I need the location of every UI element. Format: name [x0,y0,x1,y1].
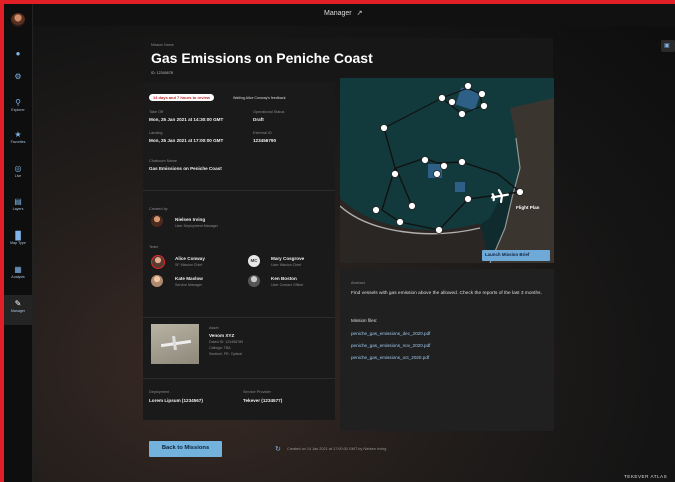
avatar [151,215,163,227]
expand-icon[interactable]: ↗ [357,9,363,17]
operational-status-label: Operational Status [253,110,285,114]
asset-detail: Sentinel, PE: Optical [209,352,242,356]
created-by-label: Created by [149,207,168,211]
sidebar-item-label: Analysis [11,275,25,279]
mission-title: Gas Emissions on Peniche Coast [151,50,373,66]
deployment-value: Lorem Lipsum (1234567) [149,398,203,403]
window-title: Manager ↗ [324,9,363,18]
app-frame: Manager ↗ ● ⚙ ⚲ Explorer ★ Favorites ◎ L… [4,4,675,482]
team-label: Team [149,245,159,249]
team-member-role: SF Mission Chief [175,263,203,267]
sidebar-item-map-type[interactable]: ▐▌ Map Type [4,231,32,245]
provider-section: Deployment Lorem Lipsum (1234567) Servic… [143,379,335,420]
mission-details-card: 14 days and 7 hours to review Waiting Al… [143,82,335,420]
back-button-label: Back to Missions [161,445,210,451]
people-section: Created by Nielsen Irving User Deploymen… [143,191,335,318]
pencil-icon: ✎ [14,299,22,308]
creator-name: Nielsen Irving [175,217,206,222]
mission-file-link[interactable]: peniche_gas_emissions_nov_2020.pdf [351,343,430,348]
sidebar-item-layers[interactable]: ▤ Layers [4,197,32,211]
asset-label: Asset [209,326,219,330]
team-member-role: Service Manager [175,283,203,287]
panel-icon: ▣ [664,43,670,49]
user-avatar[interactable] [11,13,25,27]
sidebar-item-label: Explorer [11,108,25,112]
sidebar-item-explorer[interactable]: ⚲ Explorer [4,98,32,112]
aircraft-image [151,324,199,364]
avatar: MC [248,255,260,267]
sidebar-item-manager[interactable]: ✎ Manager [4,295,32,325]
schedule-section: 14 days and 7 hours to review Waiting Al… [143,82,335,191]
back-to-missions-button[interactable]: Back to Missions [149,441,222,457]
avatar [151,275,163,287]
sidebar-item-label: Map Type [10,241,26,245]
feedback-note: Waiting Alice Conway's feedback [233,96,286,100]
launch-button-label: Launch Mission Brief [485,252,530,257]
refresh-icon[interactable]: ↻ [275,445,281,453]
landing-label: Landing [149,131,163,135]
asset-name: Venom XYZ [209,333,235,338]
take-off-label: Take Off [149,110,164,114]
gear-icon: ⚙ [14,72,22,81]
sidebar-item-label: Layers [12,207,24,211]
review-badge: 14 days and 7 hours to review [149,94,214,101]
abstract-label: Abstract [351,281,365,285]
sidebar-item-settings[interactable]: ⚙ [4,72,32,81]
external-id-label: External ID [253,131,272,135]
chatroom-label: Chatroom Name [149,159,177,163]
map-type-icon: ▐▌ [12,231,24,240]
team-member-name: Mary Cosgrove [271,256,305,261]
team-member-name: Ken Boston [271,276,297,281]
deployment-label: Deployment [149,390,170,394]
team-member-role: User Mission Chief [271,263,302,267]
star-icon: ★ [14,130,22,139]
abstract-card: Abstract Find vessels with gas emission … [340,269,554,431]
abstract-text: Find vessels with gas emission above the… [351,291,542,296]
asset-detail: Callsign: TBA [209,346,231,350]
team-member-role: User Contact Officer [271,283,304,287]
service-provider-value: Tekever (1234577) [243,398,283,403]
window-title-text: Manager [324,9,352,17]
map-svg [340,78,554,263]
chatroom-value: Gas Emissions on Peniche Coast [149,166,222,171]
sidebar-item-label: Favorites [10,140,26,144]
avatar [151,255,165,269]
take-off-value: Mon, 25 Jan 2021 at 14:30:00 GMT [149,117,224,122]
external-id-value: 123456790 [253,138,276,143]
mission-kicker: Mission Name [151,43,174,47]
flight-plan-label: Flight Plan [516,205,540,210]
analysis-icon: ▦ [14,265,22,274]
avatar [248,275,260,287]
mission-file-link[interactable]: peniche_gas_emissions_oct_2020.pdf [351,355,429,360]
layers-icon: ▤ [14,197,22,206]
landing-value: Mon, 25 Jan 2021 at 17:00:00 GMT [149,138,224,143]
mission-header: Mission Name Gas Emissions on Peniche Co… [143,38,553,82]
asset-detail: Dated ID: 123456789 [209,340,244,344]
sidebar: ● ⚙ ⚲ Explorer ★ Favorites ◎ Live ▤ Laye… [4,4,33,482]
bell-icon: ● [15,49,21,58]
mission-map[interactable]: Flight Plan Launch Mission Brief [340,78,554,263]
mission-id: ID: 1234567B [151,71,173,75]
panel-toggle-button[interactable]: ▣ [661,40,675,52]
sidebar-item-label: Live [14,174,22,178]
team-member-name: Alice Conway [175,256,205,261]
sidebar-item-analysis[interactable]: ▦ Analysis [4,265,32,279]
mission-files-label: Mission files: [351,318,378,323]
asset-section: Asset Venom XYZ Dated ID: 123456789 Call… [143,318,335,379]
sidebar-item-favorites[interactable]: ★ Favorites [4,130,32,144]
live-icon: ◎ [14,164,22,173]
sidebar-item-notifications[interactable]: ● [4,49,32,58]
creator-role: User Deployment Manager [175,224,218,228]
launch-mission-brief-button[interactable]: Launch Mission Brief [482,250,550,261]
brand-logo: TEKEVER ATLAS [624,474,668,479]
top-bar: Manager ↗ [4,4,675,26]
team-member-name: Kate Maslow [175,276,203,281]
sidebar-item-live[interactable]: ◎ Live [4,164,32,178]
created-note: Created on 14 Jan 2021 at 17:00:00 GMT b… [287,447,387,451]
operational-status-value: Draft [253,117,264,122]
service-provider-label: Service Provider [243,390,271,394]
search-icon: ⚲ [15,98,21,107]
sidebar-item-label: Manager [10,309,26,313]
mission-file-link[interactable]: peniche_gas_emissions_dec_2020.pdf [351,331,430,336]
